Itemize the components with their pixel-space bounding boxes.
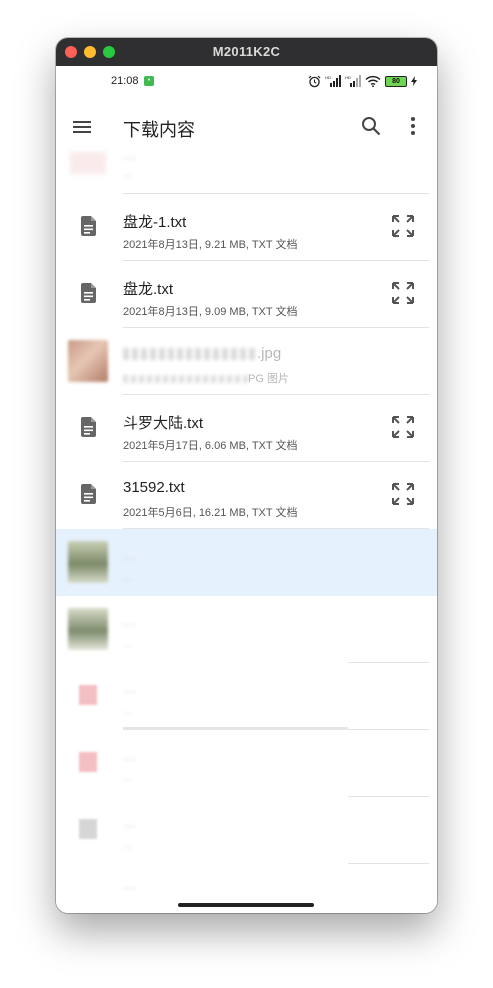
document-icon: [81, 283, 96, 303]
battery-icon: 80: [385, 75, 407, 87]
window-title: M2011K2C: [212, 44, 281, 59]
list-item[interactable]: 31592.txt 2021年5月6日, 16.21 MB, TXT 文档: [56, 462, 437, 529]
file-extension: .jpg: [257, 345, 282, 362]
file-name: ...: [123, 613, 136, 630]
file-meta: ...: [123, 705, 133, 717]
file-name: ...: [123, 814, 136, 831]
list-item[interactable]: ... ...: [56, 146, 437, 194]
thumbnail: [70, 152, 106, 174]
list-item[interactable]: .jpg PG 图片: [56, 328, 437, 395]
list-item[interactable]: ... ...: [56, 730, 437, 797]
window-titlebar: M2011K2C: [56, 38, 437, 66]
file-name: .jpg: [123, 345, 281, 362]
file-name: ...: [123, 146, 136, 163]
list-item-selected[interactable]: ... ...: [56, 529, 437, 596]
document-icon: [81, 484, 96, 504]
file-list: ... ... 盘龙-1.txt 2021年8月13日, 9.21 MB, TX…: [56, 146, 437, 904]
expand-icon[interactable]: [391, 214, 415, 238]
more-vert-icon[interactable]: [403, 115, 423, 137]
file-type-icon: [79, 819, 97, 839]
app-window: M2011K2C 21:08 • HD HD 80 下载内容 ... ... 盘…: [56, 38, 437, 913]
document-icon: [81, 417, 96, 437]
menu-icon[interactable]: [70, 115, 94, 139]
status-icons: HD HD 80: [308, 74, 417, 88]
signal-icon: HD: [325, 75, 341, 87]
file-name: ...: [123, 876, 136, 893]
list-item[interactable]: ... ...: [56, 596, 437, 663]
list-item[interactable]: ... ...: [56, 663, 437, 730]
phone-screen: 21:08 • HD HD 80 下载内容 ... ... 盘龙-1.txt 2…: [56, 66, 437, 913]
image-thumbnail: [68, 541, 108, 583]
file-meta: 2021年8月13日, 9.09 MB, TXT 文档: [123, 306, 298, 318]
file-meta: 2021年5月6日, 16.21 MB, TXT 文档: [123, 507, 298, 519]
status-time: 21:08: [111, 75, 139, 87]
file-meta: ...: [123, 571, 133, 583]
file-meta: 2021年8月13日, 9.21 MB, TXT 文档: [123, 239, 298, 251]
list-item[interactable]: 斗罗大陆.txt 2021年5月17日, 6.06 MB, TXT 文档: [56, 395, 437, 462]
file-type-icon: [79, 685, 97, 705]
charging-icon: [411, 76, 417, 86]
file-meta: ...: [123, 839, 133, 851]
file-name: 斗罗大陆.txt: [123, 415, 204, 432]
notification-icon: •: [144, 76, 154, 86]
expand-icon[interactable]: [391, 281, 415, 305]
file-name: ...: [123, 680, 136, 697]
expand-icon[interactable]: [391, 415, 415, 439]
file-name: 盘龙.txt: [123, 281, 174, 298]
wifi-icon: [365, 75, 381, 87]
list-item[interactable]: ...: [56, 864, 437, 904]
file-name: ...: [123, 546, 136, 563]
page-title: 下载内容: [123, 120, 195, 140]
list-item[interactable]: 盘龙.txt 2021年8月13日, 9.09 MB, TXT 文档: [56, 261, 437, 328]
list-item[interactable]: ... ...: [56, 797, 437, 864]
image-thumbnail: [68, 608, 108, 650]
home-indicator[interactable]: [178, 903, 314, 907]
svg-text:HD: HD: [325, 75, 331, 80]
app-bar: 下载内容: [56, 104, 437, 150]
expand-icon[interactable]: [391, 482, 415, 506]
image-thumbnail: [68, 340, 108, 382]
file-name: 31592.txt: [123, 479, 185, 496]
svg-text:HD: HD: [345, 75, 351, 80]
file-meta: ...: [123, 638, 133, 650]
file-meta-text: PG 图片: [248, 373, 289, 385]
file-meta: ...: [123, 168, 133, 180]
alarm-icon: [308, 75, 321, 87]
file-meta: PG 图片: [123, 370, 289, 386]
file-type-icon: [79, 752, 97, 772]
file-name: ...: [123, 747, 136, 764]
file-name: 盘龙-1.txt: [123, 214, 187, 231]
file-meta: 2021年5月17日, 6.06 MB, TXT 文档: [123, 440, 298, 452]
file-meta: ...: [123, 772, 133, 784]
search-icon[interactable]: [360, 115, 382, 137]
status-bar: 21:08 • HD HD 80: [56, 66, 437, 96]
list-item[interactable]: 盘龙-1.txt 2021年8月13日, 9.21 MB, TXT 文档: [56, 194, 437, 261]
document-icon: [81, 216, 96, 236]
signal-icon-2: HD: [345, 75, 361, 87]
